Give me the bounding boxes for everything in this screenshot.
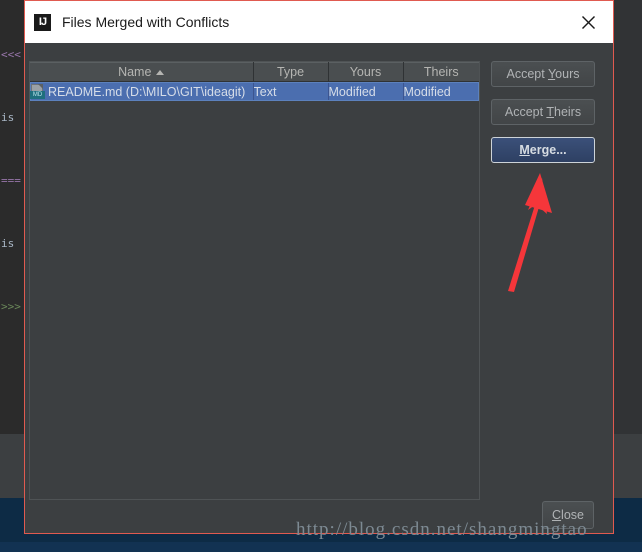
table-row[interactable]: MD README.md (D:\MILO\GIT\ideagit) Text …: [30, 81, 479, 101]
sort-ascending-icon: [156, 69, 165, 75]
accept-theirs-prefix: Accept: [504, 105, 547, 119]
markdown-file-icon-label: MD: [30, 91, 45, 99]
ide-editor-gutter-strip: <<< is === is >>>: [0, 0, 24, 434]
ide-editor-code: <<< is === is >>>: [1, 2, 25, 359]
accept-theirs-button[interactable]: Accept Theirs: [491, 99, 595, 125]
markdown-file-icon: MD: [30, 84, 45, 99]
accept-yours-prefix: Accept: [506, 67, 548, 81]
dialog-title-bar: IJ Files Merged with Conflicts: [25, 1, 613, 43]
conflicted-files-table-panel[interactable]: Name Type Yours Theirs MD README.md (D:\…: [29, 61, 480, 500]
action-button-group: Accept Yours Accept Theirs Merge...: [491, 61, 599, 175]
conflicted-files-table[interactable]: Name Type Yours Theirs MD README.md (D:\…: [30, 62, 479, 101]
column-header-yours[interactable]: Yours: [328, 62, 404, 82]
table-header-row: Name Type Yours Theirs: [30, 62, 479, 82]
dialog-body: Name Type Yours Theirs MD README.md (D:\…: [25, 43, 613, 533]
dialog-title: Files Merged with Conflicts: [62, 14, 230, 30]
merge-mnemonic: M: [519, 143, 530, 157]
code-line: is: [1, 111, 15, 124]
code-line: is: [1, 237, 15, 250]
watermark-text: http://blog.csdn.net/shangmingtao: [296, 519, 588, 540]
column-header-theirs[interactable]: Theirs: [403, 62, 479, 82]
merge-button[interactable]: Merge...: [491, 137, 595, 163]
code-line: ===: [1, 174, 21, 187]
ide-status-bar-inner: [0, 542, 642, 552]
column-header-name-label: Name: [118, 64, 152, 79]
accept-theirs-mnemonic: T: [546, 105, 554, 119]
code-line: >>>: [1, 300, 21, 313]
cell-yours-status[interactable]: Modified: [328, 81, 404, 101]
cell-file-name-label: README.md (D:\MILO\GIT\ideagit): [48, 85, 246, 99]
cell-file-type[interactable]: Text: [253, 81, 329, 101]
code-line: <<<: [1, 48, 21, 61]
column-header-type[interactable]: Type: [253, 62, 329, 82]
cell-theirs-status[interactable]: Modified: [403, 81, 479, 101]
accept-theirs-suffix: heirs: [554, 105, 582, 119]
close-icon[interactable]: [577, 11, 599, 33]
cell-file-name[interactable]: MD README.md (D:\MILO\GIT\ideagit): [30, 81, 254, 101]
merge-suffix: erge...: [529, 143, 567, 157]
accept-yours-button[interactable]: Accept Yours: [491, 61, 595, 87]
accept-yours-suffix: ours: [555, 67, 580, 81]
files-merged-with-conflicts-dialog: IJ Files Merged with Conflicts Name Type…: [24, 0, 614, 534]
column-header-name[interactable]: Name: [30, 62, 254, 82]
intellij-idea-icon: IJ: [34, 13, 51, 31]
